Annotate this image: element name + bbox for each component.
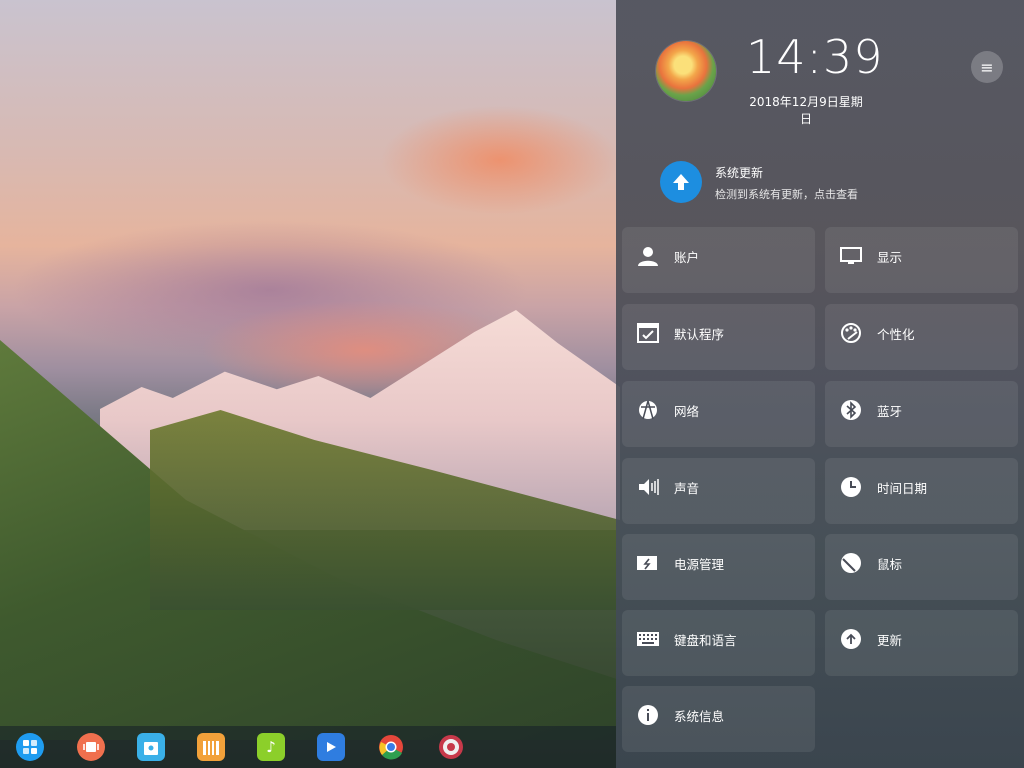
system-update-card[interactable]: 系统更新 检测到系统有更新，点击查看 — [622, 140, 1018, 224]
tile-label: 网络 — [674, 404, 700, 419]
tile-label: 更新 — [877, 633, 903, 648]
tile-power[interactable]: 电源管理 — [622, 534, 815, 600]
menu-button[interactable]: ≡ — [971, 51, 1003, 83]
bluetooth-icon — [839, 398, 863, 422]
tile-label: 鼠标 — [877, 557, 903, 572]
tile-label: 个性化 — [877, 327, 915, 342]
default-app-icon — [636, 321, 660, 345]
keyboard-icon — [636, 627, 660, 651]
tile-network[interactable]: 网络 — [622, 381, 815, 447]
update-title: 系统更新 — [715, 166, 764, 180]
control-center-panel: 14:39 2018年12月9日星期日 ≡ 系统更新 检测到系统有更新，点击查看… — [616, 0, 1024, 768]
wallpaper-cloud — [380, 105, 620, 215]
tile-bluetooth[interactable]: 蓝牙 — [825, 381, 1018, 447]
tile-label: 系统信息 — [674, 709, 725, 724]
tile-label: 声音 — [674, 481, 700, 496]
dock: ♪ — [0, 726, 616, 768]
hamburger-icon: ≡ — [980, 57, 994, 77]
archive-icon[interactable] — [197, 733, 225, 761]
update-arrow-icon — [839, 627, 863, 651]
clock-time: 14:39 — [746, 30, 884, 84]
movie-icon[interactable] — [317, 733, 345, 761]
network-icon — [636, 398, 660, 422]
palette-icon — [839, 321, 863, 345]
tile-sound[interactable]: 声音 — [622, 458, 815, 524]
tile-label: 默认程序 — [674, 327, 725, 342]
tile-label: 显示 — [877, 250, 903, 265]
tile-label: 时间日期 — [877, 481, 928, 496]
tile-update[interactable]: 更新 — [825, 610, 1018, 676]
tile-date-time[interactable]: 时间日期 — [825, 458, 1018, 524]
user-icon — [636, 244, 660, 268]
tile-display[interactable]: 显示 — [825, 227, 1018, 293]
speaker-icon — [636, 475, 660, 499]
monitor-icon — [839, 244, 863, 268]
launcher-icon[interactable] — [16, 733, 44, 761]
mouse-icon — [839, 551, 863, 575]
settings-gear-icon[interactable] — [437, 733, 465, 761]
chrome-icon[interactable] — [377, 733, 405, 761]
tile-account[interactable]: 账户 — [622, 227, 815, 293]
music-icon[interactable]: ♪ — [257, 733, 285, 761]
tile-label: 键盘和语言 — [674, 633, 737, 648]
tile-keyboard[interactable]: 键盘和语言 — [622, 610, 815, 676]
tile-personalization[interactable]: 个性化 — [825, 304, 1018, 370]
tile-mouse[interactable]: 鼠标 — [825, 534, 1018, 600]
tile-label: 电源管理 — [674, 557, 725, 572]
multitask-icon[interactable] — [77, 733, 105, 761]
tile-system-info[interactable]: 系统信息 — [622, 686, 815, 752]
clock-date: 2018年12月9日星期日 — [749, 95, 863, 126]
battery-icon — [636, 551, 660, 575]
upload-arrow-icon — [660, 161, 702, 203]
avatar[interactable] — [656, 41, 716, 101]
store-icon[interactable] — [137, 733, 165, 761]
clock-icon — [839, 475, 863, 499]
info-icon — [636, 703, 660, 727]
tile-label: 蓝牙 — [877, 404, 903, 419]
tile-label: 账户 — [674, 250, 700, 265]
tile-default-apps[interactable]: 默认程序 — [622, 304, 815, 370]
update-subtitle: 检测到系统有更新，点击查看 — [715, 188, 858, 201]
